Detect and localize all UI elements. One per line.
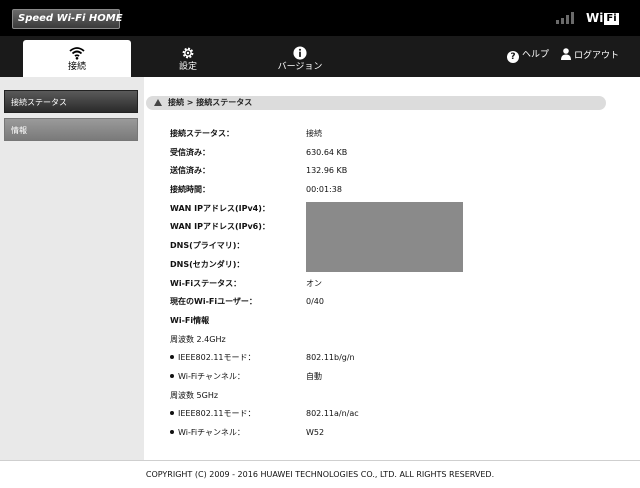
breadcrumb-text: 接続 > 接続ステータス xyxy=(168,98,253,107)
wifi-users-value: 0/40 xyxy=(306,297,324,306)
help-label: ヘルプ xyxy=(522,50,550,60)
question-icon: ? xyxy=(507,51,519,63)
tab-connection[interactable]: 接続 xyxy=(23,40,131,77)
sent-value: 132.96 KB xyxy=(306,166,348,175)
logout-link[interactable]: ログアウト xyxy=(561,48,619,63)
band-5-title: 周波数 5GHz xyxy=(170,391,219,400)
info-icon xyxy=(293,46,307,60)
connection-status-label: 接続ステータス： xyxy=(170,129,234,138)
user-icon xyxy=(561,48,571,60)
wan-ipv6-label: WAN IPアドレス(IPv6)： xyxy=(170,222,270,231)
band-24-mode-label: IEEE802.11モード： xyxy=(170,352,256,364)
band-5-mode-value: 802.11a/n/ac xyxy=(306,409,359,418)
wifi-status-label: Wi-Fiステータス： xyxy=(170,279,242,288)
dns-primary-label: DNS(プライマリ)： xyxy=(170,241,245,250)
sidebar-item-info[interactable]: 情報 xyxy=(4,118,138,141)
band-24-title: 周波数 2.4GHz xyxy=(170,335,226,344)
warning-icon xyxy=(154,99,162,106)
wifi-status-icon: Wi Fi xyxy=(586,11,619,25)
wifi-info-title: Wi-Fi情報 xyxy=(170,316,210,325)
tab-connection-label: 接続 xyxy=(67,62,86,72)
logo: Speed Wi-Fi HOME xyxy=(12,9,123,29)
signal-strength-icon xyxy=(556,12,576,24)
connection-status-value: 接続 xyxy=(306,129,322,138)
gear-icon xyxy=(182,47,194,59)
band-24-channel-value: 自動 xyxy=(306,372,322,381)
connection-time-label: 接続時間： xyxy=(170,185,210,194)
logout-label: ログアウト xyxy=(574,51,620,61)
footer-copyright: COPYRIGHT (C) 2009 - 2016 HUAWEI TECHNOL… xyxy=(145,470,495,479)
band-24-channel-label: Wi-Fiチャンネル： xyxy=(170,371,245,383)
sidebar: 接続ステータス 情報 xyxy=(0,77,144,460)
received-label: 受信済み： xyxy=(170,148,210,157)
wifi-users-label: 現在のWi-Fiユーザー： xyxy=(170,297,257,306)
band-5-mode-label: IEEE802.11モード： xyxy=(170,408,256,420)
top-bar: Speed Wi-Fi HOME Wi Fi xyxy=(0,0,640,36)
wan-ipv4-label: WAN IPアドレス(IPv4)： xyxy=(170,204,270,213)
band-5-channel-label: Wi-Fiチャンネル： xyxy=(170,427,245,439)
wifi-status-value: オン xyxy=(306,279,322,288)
help-link[interactable]: ? ヘルプ xyxy=(507,48,549,63)
tab-settings-label: 設定 xyxy=(178,62,197,72)
breadcrumb: 接続 > 接続ステータス xyxy=(146,96,606,110)
tab-version[interactable]: バージョン xyxy=(246,40,354,77)
footer-divider xyxy=(0,460,640,461)
connection-time-value: 00:01:38 xyxy=(306,185,342,194)
tab-settings[interactable]: 設定 xyxy=(134,40,242,77)
redacted-network-info xyxy=(306,202,463,272)
band-24-mode-value: 802.11b/g/n xyxy=(306,353,355,362)
sidebar-item-connection-status[interactable]: 接続ステータス xyxy=(4,90,138,113)
received-value: 630.64 KB xyxy=(306,148,348,157)
band-5-channel-value: W52 xyxy=(306,428,325,437)
sent-label: 送信済み： xyxy=(170,166,210,175)
dns-secondary-label: DNS(セカンダリ)： xyxy=(170,260,245,269)
tab-version-label: バージョン xyxy=(277,62,323,72)
wifi-connection-icon xyxy=(69,47,85,60)
